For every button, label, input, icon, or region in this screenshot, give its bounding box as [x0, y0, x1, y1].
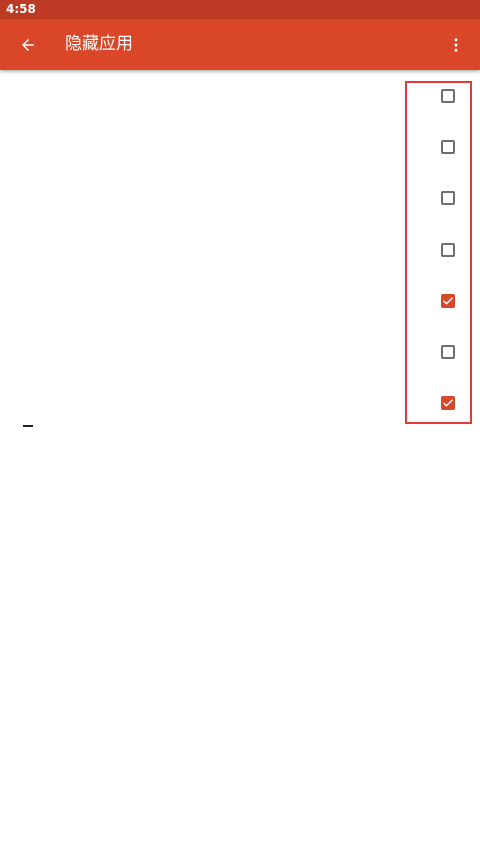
checkbox-highlight-box: [405, 81, 472, 424]
dash-mark: [23, 425, 33, 427]
